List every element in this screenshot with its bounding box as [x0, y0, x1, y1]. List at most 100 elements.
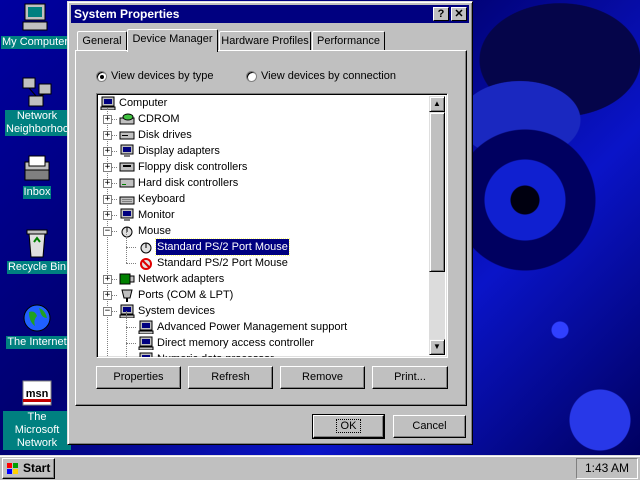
- desktop-icon-network-neighborhood[interactable]: Network Neighborhood: [2, 76, 76, 136]
- desktop-icon-inbox[interactable]: Inbox: [2, 152, 72, 199]
- refresh-button[interactable]: Refresh: [188, 366, 273, 389]
- expand-icon[interactable]: +: [103, 131, 112, 140]
- tree-connector-line: [126, 247, 127, 263]
- tree-category-row[interactable]: + Keyboard: [97, 191, 427, 207]
- tree-item-label: Disk drives: [138, 129, 192, 141]
- svg-text:msn: msn: [26, 388, 49, 400]
- tree-category-row[interactable]: + Network adapters: [97, 271, 427, 287]
- start-button[interactable]: Start: [2, 458, 55, 479]
- expand-icon[interactable]: +: [103, 195, 112, 204]
- device-tree[interactable]: Computer + CDROM + Disk drives + Display adap…: [96, 93, 448, 358]
- tab-device-manager[interactable]: Device Manager: [127, 29, 218, 52]
- tree-device-row[interactable]: Direct memory access controller: [97, 327, 427, 351]
- radio-view-by-type[interactable]: View devices by type: [96, 70, 214, 82]
- radio-button-selected[interactable]: [96, 70, 107, 82]
- tree-item-label: Numeric data processor: [156, 351, 275, 357]
- port-icon: [119, 288, 135, 302]
- network-adapter-icon: [119, 272, 135, 286]
- expand-icon[interactable]: +: [103, 163, 112, 172]
- system-device-icon: [138, 320, 154, 335]
- tree-connector-line: [126, 343, 136, 344]
- mouse-disabled-icon: [138, 256, 154, 270]
- collapse-icon[interactable]: −: [103, 227, 112, 236]
- globe-icon: [21, 302, 53, 334]
- system-device-icon: [119, 304, 135, 319]
- tree-category-row[interactable]: + Disk drives: [97, 127, 427, 143]
- collapse-icon[interactable]: −: [103, 307, 112, 316]
- expand-icon[interactable]: +: [103, 179, 112, 188]
- properties-button[interactable]: Properties: [96, 366, 181, 389]
- scroll-thumb[interactable]: [429, 112, 445, 272]
- tree-item-label: Display adapters: [138, 145, 220, 157]
- tree-category-row[interactable]: + CDROM: [97, 111, 427, 127]
- remove-button[interactable]: Remove: [280, 366, 365, 389]
- tree-connector-line: [126, 343, 127, 357]
- system-tray-clock[interactable]: 1:43 AM: [576, 458, 638, 479]
- tree-category-row[interactable]: + Ports (COM & LPT): [97, 287, 427, 303]
- print-button[interactable]: Print...: [372, 366, 448, 389]
- close-button[interactable]: ✕: [451, 7, 467, 21]
- msn-icon: msn: [21, 377, 53, 409]
- desktop-icon-label: The Internet: [6, 336, 68, 349]
- tab-performance[interactable]: Performance: [312, 31, 385, 51]
- ok-button[interactable]: OK: [312, 414, 385, 439]
- tree-connector-line: [126, 327, 127, 343]
- hard-disk-controller-icon: [119, 176, 135, 190]
- system-device-icon: [138, 336, 154, 351]
- desktop-icon-the-internet[interactable]: The Internet: [2, 302, 72, 349]
- tab-general[interactable]: General: [77, 31, 127, 51]
- dialog-title-bar[interactable]: System Properties ? ✕: [71, 5, 469, 23]
- tree-root-computer[interactable]: Computer: [100, 95, 420, 111]
- tree-item-label: Monitor: [138, 209, 175, 221]
- tree-device-row[interactable]: Numeric data processor: [97, 343, 427, 357]
- tree-category-row[interactable]: − Mouse: [97, 223, 427, 239]
- tree-item-label: Network adapters: [138, 273, 225, 285]
- tree-connector-line: [126, 327, 136, 328]
- radio-label: View devices by connection: [261, 70, 396, 82]
- desktop-icon-label: Inbox: [22, 186, 52, 199]
- tree-category-row[interactable]: + Monitor: [97, 207, 427, 223]
- tree-category-row[interactable]: + Display adapters: [97, 143, 427, 159]
- expand-icon[interactable]: +: [103, 275, 112, 284]
- desktop-icon-label: My Computer: [0, 36, 70, 49]
- desktop-icon-label: The Microsoft Network: [3, 411, 71, 450]
- taskbar: Start 1:43 AM: [0, 455, 640, 480]
- tree-connector-line: [126, 247, 136, 248]
- tree-category-row[interactable]: + Hard disk controllers: [97, 175, 427, 191]
- desktop-icon-label: Network Neighborhood: [5, 110, 76, 136]
- expand-icon[interactable]: +: [103, 115, 112, 124]
- radio-view-by-connection[interactable]: View devices by connection: [246, 70, 396, 82]
- tree-category-row[interactable]: − System devices: [97, 303, 427, 319]
- tree-connector-line: [126, 231, 127, 247]
- cdrom-icon: [119, 112, 135, 126]
- tree-device-row[interactable]: Advanced Power Management support: [97, 311, 427, 335]
- tab-hardware-profiles[interactable]: Hardware Profiles: [219, 31, 311, 51]
- computer-icon: [19, 2, 51, 34]
- tree-item-label: Standard PS/2 Port Mouse: [155, 238, 290, 256]
- scroll-down-button[interactable]: ▼: [429, 339, 445, 355]
- desktop-icon-recycle-bin[interactable]: Recycle Bin: [2, 227, 72, 274]
- expand-icon[interactable]: +: [103, 291, 112, 300]
- tree-device-row[interactable]: Standard PS/2 Port Mouse: [97, 231, 427, 256]
- tree-item-label: CDROM: [138, 113, 180, 125]
- tree-item-label: Ports (COM & LPT): [138, 289, 234, 301]
- expand-icon[interactable]: +: [103, 147, 112, 156]
- radio-button[interactable]: [246, 70, 257, 82]
- tree-device-row[interactable]: Standard PS/2 Port Mouse: [97, 247, 427, 271]
- help-button[interactable]: ?: [433, 7, 449, 21]
- desktop-icon-msn[interactable]: msn The Microsoft Network: [2, 377, 72, 450]
- tree-scrollbar[interactable]: ▲ ▼: [429, 96, 445, 355]
- cancel-button[interactable]: Cancel: [393, 415, 466, 438]
- tree-connector-line: [126, 263, 136, 264]
- tree-item-label: Hard disk controllers: [138, 177, 239, 189]
- mouse-icon: [119, 224, 135, 238]
- tree-item-label: Mouse: [138, 225, 172, 237]
- scroll-up-button[interactable]: ▲: [429, 96, 445, 112]
- tree-category-row[interactable]: + Floppy disk controllers: [97, 159, 427, 175]
- ok-button-label: OK: [335, 419, 362, 433]
- tree-item-label: Floppy disk controllers: [138, 161, 248, 173]
- system-properties-dialog: System Properties ? ✕ General Device Man…: [67, 1, 473, 445]
- inbox-icon: [21, 152, 53, 184]
- expand-icon[interactable]: +: [103, 211, 112, 220]
- desktop-icon-my-computer[interactable]: My Computer: [0, 2, 70, 49]
